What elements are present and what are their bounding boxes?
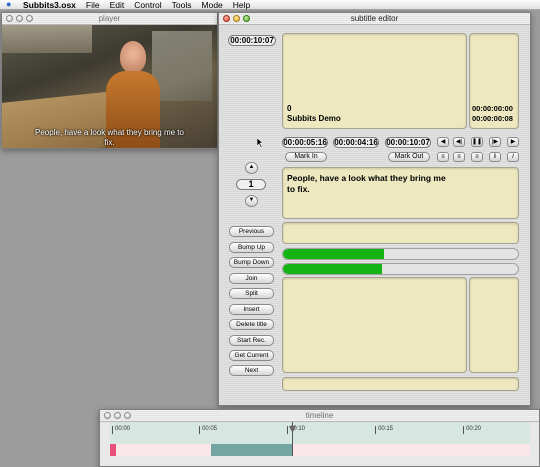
tick-label-0: 00:00 xyxy=(115,426,131,432)
bold-button[interactable]: I xyxy=(489,152,501,162)
menu-app-name[interactable]: Subbits3.osx xyxy=(23,0,76,10)
lower-panel-right xyxy=(469,277,519,373)
mark-in-timecode[interactable]: 00:00:05:16 xyxy=(282,137,328,148)
editor-minimize-button[interactable] xyxy=(233,15,240,22)
align-left-button[interactable]: ≡ xyxy=(437,152,449,162)
video-subtitle-overlay: People, have a look what they bring me t… xyxy=(2,128,217,148)
player-minimize-button[interactable] xyxy=(16,15,23,22)
editor-titlebar[interactable]: subtitle editor xyxy=(219,13,530,25)
secondary-text-panel[interactable] xyxy=(282,222,519,244)
editor-zoom-button[interactable] xyxy=(243,15,250,22)
apple-menu-icon[interactable]: ● xyxy=(6,0,15,9)
align-center-button[interactable]: ≡ xyxy=(453,152,465,162)
progress-bar-2-fill xyxy=(283,264,382,274)
timeline-subtitle-block[interactable] xyxy=(211,444,292,456)
mark-out-button[interactable]: Mark Out xyxy=(388,152,430,162)
timeline-track[interactable] xyxy=(110,444,530,456)
bump-up-button[interactable]: Bump Up xyxy=(229,242,274,253)
align-right-button[interactable]: ≡ xyxy=(471,152,483,162)
timeline-close-button[interactable] xyxy=(104,412,111,419)
timeline-zoom-button[interactable] xyxy=(124,412,131,419)
go-to-start-button[interactable]: ◀ xyxy=(437,137,449,147)
mouse-pointer-icon xyxy=(257,138,264,148)
video-subtitle-line-1: People, have a look what they bring me t… xyxy=(35,128,184,137)
editor-close-button[interactable] xyxy=(223,15,230,22)
tick-0 xyxy=(112,426,113,434)
subtitle-text: People, have a look what they bring me t… xyxy=(287,173,446,195)
subtitle-editor-window: subtitle editor 00:00:10:07 0 Subbits De… xyxy=(218,12,531,406)
bump-down-button[interactable]: Bump Down xyxy=(229,257,274,268)
tick-label-4: 00:20 xyxy=(466,426,482,432)
menu-file[interactable]: File xyxy=(86,0,100,10)
progress-bar-2 xyxy=(282,263,519,275)
player-window: player People, have a look what they bri… xyxy=(1,12,218,149)
subtitle-text-editor[interactable]: People, have a look what they bring me t… xyxy=(282,167,519,219)
status-panel xyxy=(282,377,519,391)
player-titlebar[interactable]: player xyxy=(2,13,217,25)
info-panel-right: 00:00:00:00 00:00:00:08 xyxy=(469,33,519,129)
editor-title: subtitle editor xyxy=(350,14,399,23)
menu-mode[interactable]: Mode xyxy=(202,0,223,10)
timeline-start-marker[interactable] xyxy=(110,444,116,456)
step-forward-button[interactable]: |▶ xyxy=(489,137,501,147)
timeline-titlebar[interactable]: timeline xyxy=(100,410,539,422)
video-person-head xyxy=(120,41,146,73)
player-title: player xyxy=(98,14,121,23)
tick-4 xyxy=(463,426,464,434)
player-close-button[interactable] xyxy=(6,15,13,22)
video-frame[interactable]: People, have a look what they bring me t… xyxy=(2,25,217,148)
delete-title-button[interactable]: Delete title xyxy=(229,319,274,330)
progress-bar-1 xyxy=(282,248,519,260)
tick-label-1: 00:05 xyxy=(202,426,218,432)
italic-button[interactable]: I xyxy=(507,152,519,162)
info-time-2: 00:00:00:08 xyxy=(472,114,513,123)
duration-timecode[interactable]: 00:00:04:16 xyxy=(333,137,379,148)
video-subtitle-line-2: fix. xyxy=(104,138,115,147)
menu-edit[interactable]: Edit xyxy=(110,0,125,10)
info-panel-left: 0 Subbits Demo xyxy=(282,33,467,129)
info-project-name: Subbits Demo xyxy=(287,114,341,123)
tick-3 xyxy=(375,426,376,434)
step-back-button[interactable]: ◀| xyxy=(453,137,465,147)
subtitle-text-line-2: to fix. xyxy=(287,184,310,194)
title-number-down-button[interactable]: ▼ xyxy=(245,195,258,207)
insert-button[interactable]: Insert xyxy=(229,304,274,315)
menu-bar: ● Subbits3.osx File Edit Control Tools M… xyxy=(0,0,540,10)
next-button[interactable]: Next xyxy=(229,365,274,376)
timeline-title: timeline xyxy=(305,411,334,420)
subtitle-text-line-1: People, have a look what they bring me xyxy=(287,173,446,183)
play-button[interactable]: ▶ xyxy=(507,137,519,147)
player-zoom-button[interactable] xyxy=(26,15,33,22)
title-number-field[interactable]: 1 xyxy=(236,179,266,190)
video-background-shelf xyxy=(2,25,92,53)
menu-tools[interactable]: Tools xyxy=(172,0,192,10)
menu-help[interactable]: Help xyxy=(233,0,250,10)
tick-label-3: 00:15 xyxy=(378,426,394,432)
current-timecode: 00:00:10:07 xyxy=(228,35,276,46)
info-time-1: 00:00:00:00 xyxy=(472,104,513,113)
progress-bar-1-fill xyxy=(283,249,385,259)
mark-out-timecode[interactable]: 00:00:10:07 xyxy=(385,137,431,148)
start-recording-button[interactable]: Start Rec. xyxy=(229,335,274,346)
title-number-up-button[interactable]: ▲ xyxy=(245,162,258,174)
get-current-button[interactable]: Get Current xyxy=(229,350,274,361)
menu-control[interactable]: Control xyxy=(134,0,161,10)
timeline-window: timeline 00:00 00:05 00:10 00:15 00:20 xyxy=(99,409,540,467)
pause-button[interactable]: ❚❚ xyxy=(471,137,483,147)
mark-in-button[interactable]: Mark In xyxy=(285,152,327,162)
lower-panel-left xyxy=(282,277,467,373)
split-button[interactable]: Split xyxy=(229,288,274,299)
previous-button[interactable]: Previous xyxy=(229,226,274,237)
join-button[interactable]: Join xyxy=(229,273,274,284)
info-index: 0 xyxy=(287,104,292,113)
timeline-minimize-button[interactable] xyxy=(114,412,121,419)
tick-2 xyxy=(287,426,288,434)
tick-1 xyxy=(199,426,200,434)
